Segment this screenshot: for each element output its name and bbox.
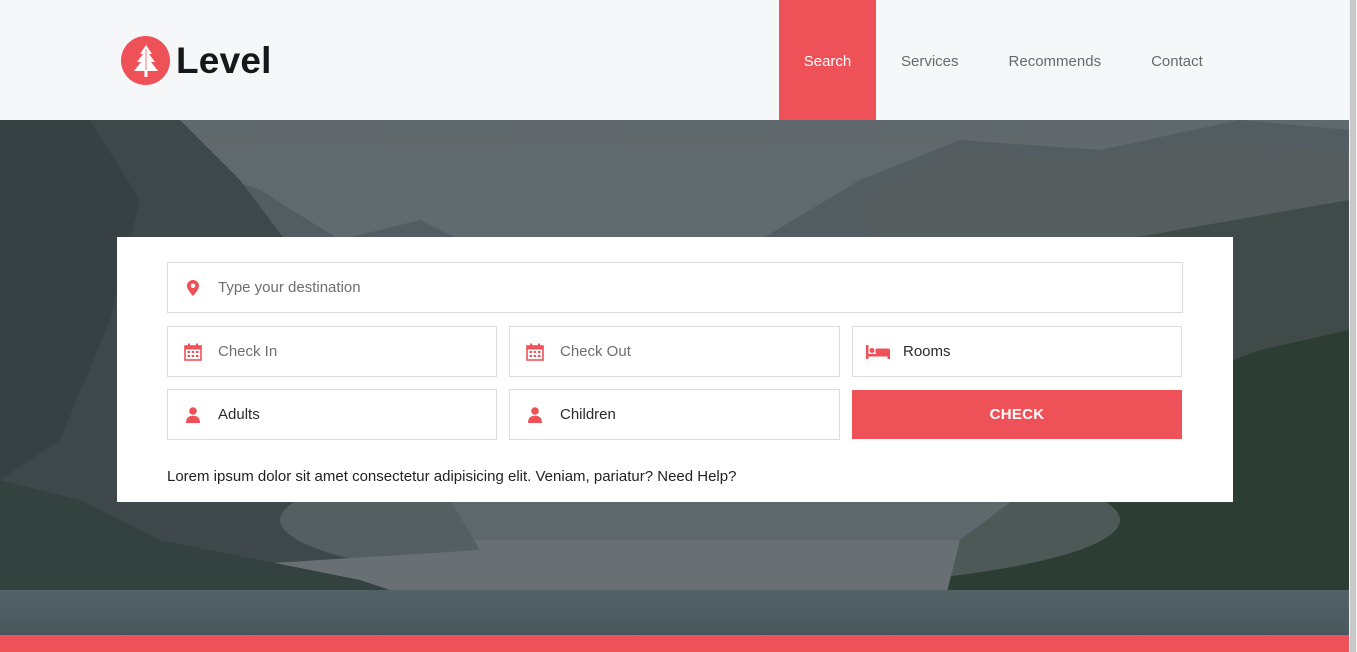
user-icon — [168, 406, 218, 423]
rooms-select[interactable]: Rooms — [852, 326, 1182, 377]
site-header: Level Search Services Recommends Contact — [0, 0, 1349, 122]
check-in-placeholder: Check In — [218, 343, 278, 360]
booking-search-card: Type your destination Check In Check Out… — [117, 237, 1233, 502]
adults-select[interactable]: Adults — [167, 389, 497, 440]
check-in-field[interactable]: Check In — [167, 326, 497, 377]
nav-item-search[interactable]: Search — [779, 0, 876, 122]
scrollbar-thumb[interactable] — [1350, 0, 1356, 652]
nav-item-label: Contact — [1151, 52, 1203, 70]
user-icon — [510, 406, 560, 423]
check-out-field[interactable]: Check Out — [509, 326, 840, 377]
children-label: Children — [560, 406, 616, 423]
children-select[interactable]: Children — [509, 389, 840, 440]
map-pin-icon — [168, 279, 218, 296]
brand-logo[interactable]: Level — [121, 36, 272, 85]
pine-tree-icon — [121, 36, 170, 85]
main-nav: Search Services Recommends Contact — [779, 0, 1203, 122]
adults-label: Adults — [218, 406, 260, 423]
calendar-icon — [510, 343, 560, 361]
check-out-placeholder: Check Out — [560, 343, 631, 360]
rooms-label: Rooms — [903, 343, 951, 360]
destination-input[interactable]: Type your destination — [167, 262, 1183, 313]
bed-icon — [853, 344, 903, 359]
nav-item-contact[interactable]: Contact — [1151, 0, 1203, 122]
calendar-icon — [168, 343, 218, 361]
destination-placeholder: Type your destination — [218, 279, 361, 296]
brand-name: Level — [176, 39, 272, 81]
check-button[interactable]: CHECK — [852, 390, 1182, 439]
nav-item-label: Recommends — [1008, 52, 1102, 70]
page-scrollbar[interactable] — [1349, 0, 1357, 652]
nav-item-recommends[interactable]: Recommends — [1009, 0, 1102, 122]
nav-item-label: Services — [901, 52, 959, 70]
accent-bar — [0, 635, 1349, 652]
nav-item-services[interactable]: Services — [901, 0, 959, 122]
help-note: Lorem ipsum dolor sit amet consectetur a… — [167, 468, 737, 485]
nav-item-label: Search — [803, 52, 852, 70]
